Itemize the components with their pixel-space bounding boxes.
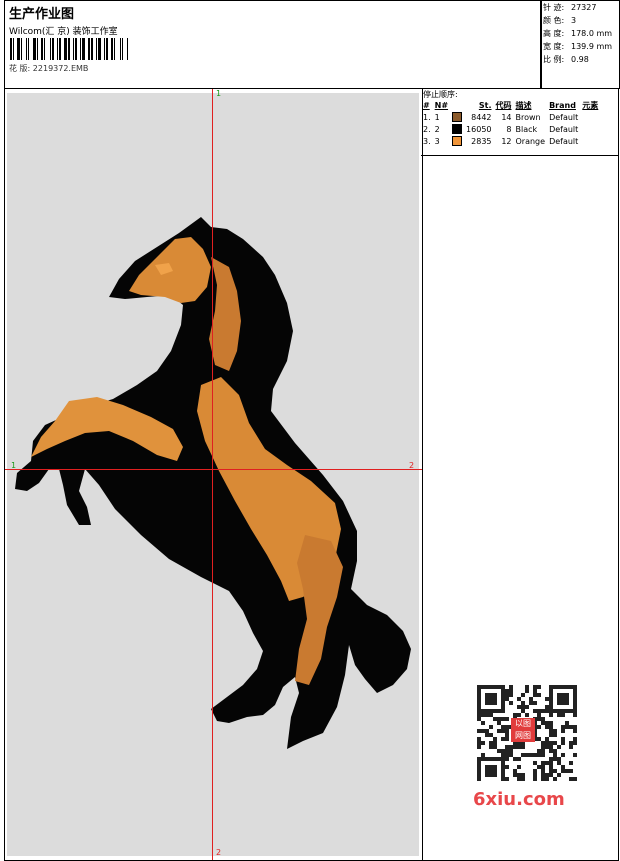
row-brand: Default [549,124,579,134]
barcode [10,38,150,60]
row-stitches: 8442 [471,112,492,122]
axis-mark-bottom: 2 [216,848,222,857]
color-swatch [452,124,463,134]
col-header: 代码 [495,100,512,110]
stat-value: 3 [571,16,577,25]
row-stitches: 16050 [466,124,492,134]
col-header: Brand [549,100,576,110]
row-index: 2. [423,124,431,134]
color-swatch [452,136,463,146]
table-row[interactable]: 1. 1 8442 14 Brown Default [421,111,600,123]
col-header: N# [434,100,449,110]
color-swatch [452,112,463,122]
stat-key: 颜 色: [543,16,565,25]
stats-panel: 针 迹: 27327 颜 色: 3 高 度: 178.0 mm 宽 度: 139.9 m… [540,0,620,89]
file-name: 2219372.EMB [32,64,89,73]
file-label: 花 版: [9,64,31,73]
row-desc: Orange [515,136,546,146]
row-stitches: 2835 [471,136,492,146]
row-code: 8 [506,124,512,134]
design-canvas[interactable]: 1 1 2 2 [4,88,423,861]
row-code: 14 [501,112,512,122]
qr-logo: 以图 网图 [511,718,535,742]
canvas-guide-vertical [212,89,213,860]
stat-value: 0.98 [571,55,589,64]
stat-value: 27327 [571,3,597,12]
file-info: 花 版: 2219372.EMB [9,63,88,74]
stat-row: 比 例: 0.98 [541,53,619,66]
stop-sequence-table: # N# St. 代码 描述 Brand 元素 1. 1 8442 14 Bro… [421,99,600,147]
row-desc: Black [515,124,538,134]
row-index: 3. [423,136,431,146]
row-desc: Brown [515,112,541,122]
stat-key: 宽 度: [543,42,565,51]
row-brand: Default [549,136,579,146]
col-header: St. [478,100,492,110]
stat-value: 178.0 mm [571,29,613,38]
row-needle: 2 [434,124,440,134]
stat-value: 139.9 mm [571,42,613,51]
col-header [450,99,464,111]
row-brand: Default [549,112,579,122]
row-code: 12 [501,136,512,146]
horse-embroidery-preview [15,217,411,749]
stat-row: 高 度: 178.0 mm [541,27,619,40]
row-needle: 1 [434,112,440,122]
watermark-text: 6xiu.com [473,789,565,810]
axis-mark-left: 1 [11,461,17,470]
table-row[interactable]: 2. 2 16050 8 Black Default [421,123,600,135]
axis-mark-right: 2 [409,461,415,470]
stat-row: 颜 色: 3 [541,14,619,27]
row-needle: 3 [434,136,440,146]
stat-key: 针 迹: [543,3,565,12]
col-header: 描述 [515,100,532,110]
horse-body-black [15,217,411,749]
axis-mark-top: 1 [216,89,222,98]
canvas-guide-horizontal [5,469,422,470]
table-header-row: # N# St. 代码 描述 Brand 元素 [421,99,600,111]
col-header: 元素 [582,100,599,110]
row-index: 1. [423,112,431,122]
col-header: # [423,100,430,110]
header-panel: 生产作业图 Wilcom(汇 京) 装饰工作室 花 版: 2219372.EMB [4,0,542,89]
stat-row: 宽 度: 139.9 mm [541,40,619,53]
page-title: 生产作业图 [9,7,75,22]
table-row[interactable]: 3. 3 2835 12 Orange Default [421,135,600,147]
stat-key: 高 度: [543,29,565,38]
table-divider [421,155,618,156]
studio-name: Wilcom(汇 京) 装饰工作室 [9,27,118,37]
stat-key: 比 例: [543,55,565,64]
stop-sequence-panel: 停止顺序: # N# St. 代码 描述 Brand 元素 1. 1 8442 … [421,88,619,861]
stat-row: 针 迹: 27327 [541,1,619,14]
